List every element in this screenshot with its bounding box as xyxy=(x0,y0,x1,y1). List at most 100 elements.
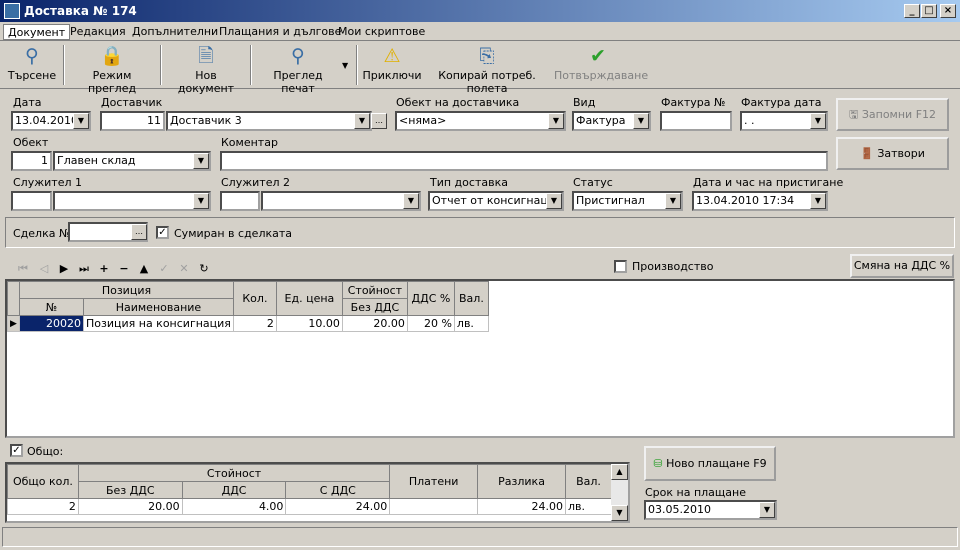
supplier-name-field[interactable]: Доставчик 3 xyxy=(166,111,372,131)
menu-payments[interactable]: Плащания и дългове xyxy=(215,24,345,40)
totals-checkbox[interactable]: ✓ xyxy=(10,444,23,457)
vat-change-button[interactable]: Смяна на ДДС % xyxy=(850,254,954,278)
view-mode-button[interactable]: 🔒 Режим преглед xyxy=(70,43,154,95)
col-qty[interactable]: Кол. xyxy=(232,281,277,316)
minimize-button[interactable]: _ xyxy=(904,4,920,18)
delete-record-icon[interactable]: − xyxy=(116,261,132,277)
new-payment-button[interactable]: ⛁ Ново плащане F9 xyxy=(644,446,776,481)
table-row[interactable]: ▶ 20020 Позиция на консигнация 2 10.00 2… xyxy=(7,315,489,332)
finish-button[interactable]: ⚠ Приключи xyxy=(362,43,422,87)
scroll-down-icon[interactable]: ▼ xyxy=(611,505,628,521)
confirm-button[interactable]: ✔ Потвърждаване xyxy=(554,43,648,87)
menu-bar: Документ Редакция Допълнителни Плащания … xyxy=(0,22,960,41)
col-total-with-vat[interactable]: С ДДС xyxy=(285,481,391,499)
object-name-field[interactable]: Главен склад xyxy=(53,151,211,171)
col-total-vat[interactable]: ДДС xyxy=(181,481,287,499)
employee1-dropdown[interactable]: ▼ xyxy=(193,193,209,209)
exit-door-icon: 🚪 xyxy=(860,147,874,160)
edit-record-icon[interactable]: ▲ xyxy=(136,261,152,277)
deal-browse-button[interactable]: … xyxy=(131,224,147,240)
col-paid[interactable]: Платени xyxy=(389,464,479,499)
col-no[interactable]: № xyxy=(19,298,84,316)
floppy-icon: 🖫 xyxy=(848,108,859,121)
deal-label: Сделка № xyxy=(13,227,71,240)
post-record-icon[interactable]: ✓ xyxy=(156,261,172,277)
object-dropdown[interactable]: ▼ xyxy=(193,153,209,169)
employee2-code-field[interactable] xyxy=(220,191,260,211)
invoice-date-dropdown[interactable]: ▼ xyxy=(810,113,826,129)
date-label: Дата xyxy=(13,96,42,109)
cell-total-vat: 4.00 xyxy=(181,498,287,515)
supplier-code-field[interactable]: 11 xyxy=(100,111,165,131)
close-window-button[interactable]: × xyxy=(940,4,956,18)
refresh-icon[interactable]: ↻ xyxy=(196,261,212,277)
col-vat-pct[interactable]: ДДС % xyxy=(406,281,455,316)
next-record-icon[interactable]: ▶ xyxy=(56,261,72,277)
cell-total-no-vat: 20.00 xyxy=(77,498,183,515)
production-checkbox[interactable] xyxy=(614,260,627,273)
first-record-icon[interactable]: ⏮ xyxy=(15,261,31,277)
items-grid[interactable]: Позиция Кол. Ед. цена Стойност ДДС % Вал… xyxy=(5,279,955,438)
maximize-button[interactable]: □ xyxy=(921,4,937,18)
col-total-no-vat[interactable]: Без ДДС xyxy=(77,481,183,499)
menu-document[interactable]: Документ xyxy=(3,24,71,40)
col-currency[interactable]: Вал. xyxy=(453,281,489,316)
print-dropdown-arrow[interactable]: ▼ xyxy=(342,61,348,70)
cell-name[interactable]: Позиция на консигнация xyxy=(83,315,234,332)
cell-currency[interactable]: лв. xyxy=(453,315,489,332)
col-total-value[interactable]: Стойност xyxy=(77,464,391,482)
due-date-dropdown[interactable]: ▼ xyxy=(759,502,775,518)
date-dropdown[interactable]: ▼ xyxy=(73,113,89,129)
table-row[interactable]: 2 20.00 4.00 24.00 24.00 лв. xyxy=(7,498,613,515)
col-value[interactable]: Стойност xyxy=(341,281,408,299)
col-no-vat[interactable]: Без ДДС xyxy=(341,298,408,316)
due-date-field[interactable]: 03.05.2010 xyxy=(644,500,777,520)
invoice-no-field[interactable] xyxy=(660,111,732,131)
employee1-code-field[interactable] xyxy=(11,191,52,211)
status-dropdown[interactable]: ▼ xyxy=(665,193,681,209)
save-button[interactable]: 🖫 Запомни F12 xyxy=(836,98,949,131)
copy-fields-button[interactable]: ⎘ Копирай потреб. полета xyxy=(424,43,550,95)
summed-checkbox[interactable]: ✓ xyxy=(156,226,169,239)
arrival-field[interactable]: 13.04.2010 17:34 xyxy=(692,191,828,211)
new-document-button[interactable]: 🗎 Нов документ xyxy=(166,43,246,95)
object-code-field[interactable]: 1 xyxy=(11,151,52,171)
employee1-name-field[interactable] xyxy=(53,191,211,211)
supplier-object-dropdown[interactable]: ▼ xyxy=(548,113,564,129)
cell-vat-pct[interactable]: 20 % xyxy=(406,315,455,332)
menu-edit[interactable]: Редакция xyxy=(66,24,130,40)
kind-dropdown[interactable]: ▼ xyxy=(633,113,649,129)
employee2-dropdown[interactable]: ▼ xyxy=(403,193,419,209)
col-diff[interactable]: Разлика xyxy=(477,464,566,499)
arrival-label: Дата и час на пристигане xyxy=(693,176,844,189)
prev-record-icon[interactable]: ◁ xyxy=(36,261,52,277)
cancel-record-icon[interactable]: ✕ xyxy=(176,261,192,277)
arrival-dropdown[interactable]: ▼ xyxy=(810,193,826,209)
supplier-browse-button[interactable]: … xyxy=(371,113,387,129)
employee2-name-field[interactable] xyxy=(261,191,421,211)
supplier-object-field[interactable]: <няма> xyxy=(395,111,566,131)
delivery-type-dropdown[interactable]: ▼ xyxy=(546,193,562,209)
delivery-type-field[interactable]: Отчет от консигнация xyxy=(428,191,564,211)
col-name[interactable]: Наименование xyxy=(83,298,234,316)
cell-no[interactable]: 20020 xyxy=(19,315,84,332)
totals-scrollbar[interactable]: ▲ ▼ xyxy=(611,464,628,521)
totals-grid[interactable]: Общо кол. Стойност Платени Разлика Вал. … xyxy=(5,462,630,523)
supplier-dropdown[interactable]: ▼ xyxy=(354,113,370,129)
last-record-icon[interactable]: ⏭ xyxy=(76,261,92,277)
scroll-up-icon[interactable]: ▲ xyxy=(611,464,628,480)
search-button[interactable]: ⚲ Търсене xyxy=(6,43,58,87)
menu-additional[interactable]: Допълнителни xyxy=(128,24,222,40)
add-record-icon[interactable]: + xyxy=(96,261,112,277)
col-total-qty[interactable]: Общо кол. xyxy=(7,464,79,499)
cell-no-vat[interactable]: 20.00 xyxy=(341,315,408,332)
cell-unit-price[interactable]: 10.00 xyxy=(275,315,343,332)
col-position[interactable]: Позиция xyxy=(19,281,234,299)
col-unit-price[interactable]: Ед. цена xyxy=(275,281,343,316)
comment-field[interactable] xyxy=(220,151,828,171)
col-total-currency[interactable]: Вал. xyxy=(564,464,613,499)
cell-qty[interactable]: 2 xyxy=(232,315,277,332)
close-button[interactable]: 🚪 Затвори xyxy=(836,137,949,170)
menu-scripts[interactable]: Мои скриптове xyxy=(334,24,429,40)
print-preview-button[interactable]: ⚲ Преглед печат xyxy=(256,43,340,95)
